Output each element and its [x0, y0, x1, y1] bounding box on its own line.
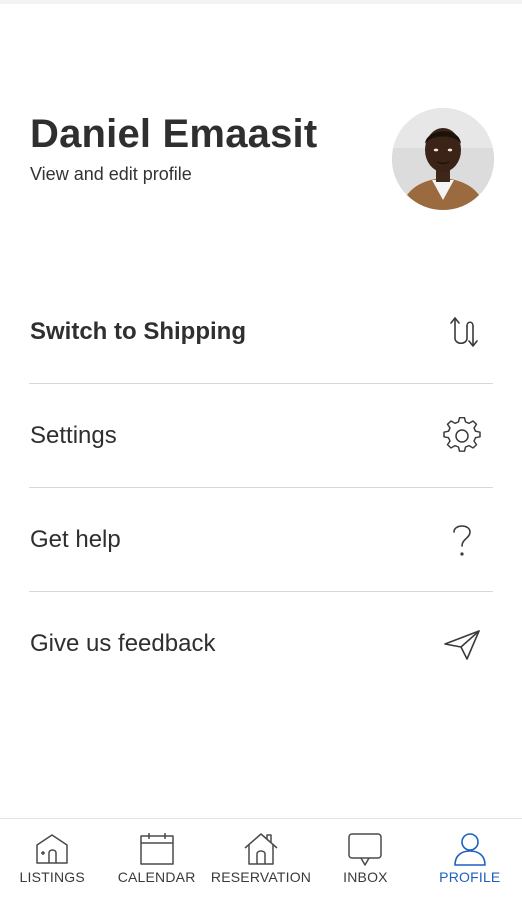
tab-calendar[interactable]: CALENDAR	[104, 819, 208, 901]
tab-inbox[interactable]: INBOX	[313, 819, 417, 901]
menu-item-settings[interactable]: Settings	[29, 384, 493, 488]
person-icon	[452, 831, 488, 867]
paper-plane-icon	[443, 625, 481, 663]
calendar-icon	[139, 831, 175, 867]
listings-icon	[34, 831, 70, 867]
tab-label: INBOX	[343, 869, 388, 885]
tab-label: RESERVATION	[210, 869, 312, 885]
tab-label: CALENDAR	[117, 869, 196, 885]
tab-profile[interactable]: PROFILE	[418, 819, 522, 901]
tab-label: LISTINGS	[19, 869, 85, 885]
profile-menu: Switch to Shipping Settings Get help Giv…	[0, 280, 522, 695]
switch-arrows-icon	[443, 313, 481, 351]
gear-icon	[443, 417, 481, 455]
tab-label: PROFILE	[439, 869, 501, 885]
profile-header[interactable]: Daniel Emaasit View and edit profile	[0, 0, 522, 280]
menu-item-label: Get help	[30, 526, 121, 553]
menu-item-give-feedback[interactable]: Give us feedback	[29, 592, 493, 695]
profile-name: Daniel Emaasit	[30, 112, 318, 156]
view-edit-profile-link[interactable]: View and edit profile	[30, 164, 192, 185]
tab-listings[interactable]: LISTINGS	[0, 819, 104, 901]
chat-bubble-icon	[347, 831, 383, 867]
menu-item-get-help[interactable]: Get help	[29, 488, 493, 592]
question-icon	[443, 521, 481, 559]
avatar[interactable]	[392, 108, 494, 210]
tab-reservation[interactable]: RESERVATION	[209, 819, 313, 901]
house-icon	[243, 831, 279, 867]
menu-item-label: Settings	[30, 422, 117, 449]
menu-item-label: Give us feedback	[30, 630, 216, 657]
bottom-tab-bar: LISTINGS CALENDAR RESERVATION INBOX PROF…	[0, 818, 522, 901]
menu-item-switch-to-shipping[interactable]: Switch to Shipping	[29, 280, 493, 384]
menu-item-label: Switch to Shipping	[30, 318, 246, 345]
